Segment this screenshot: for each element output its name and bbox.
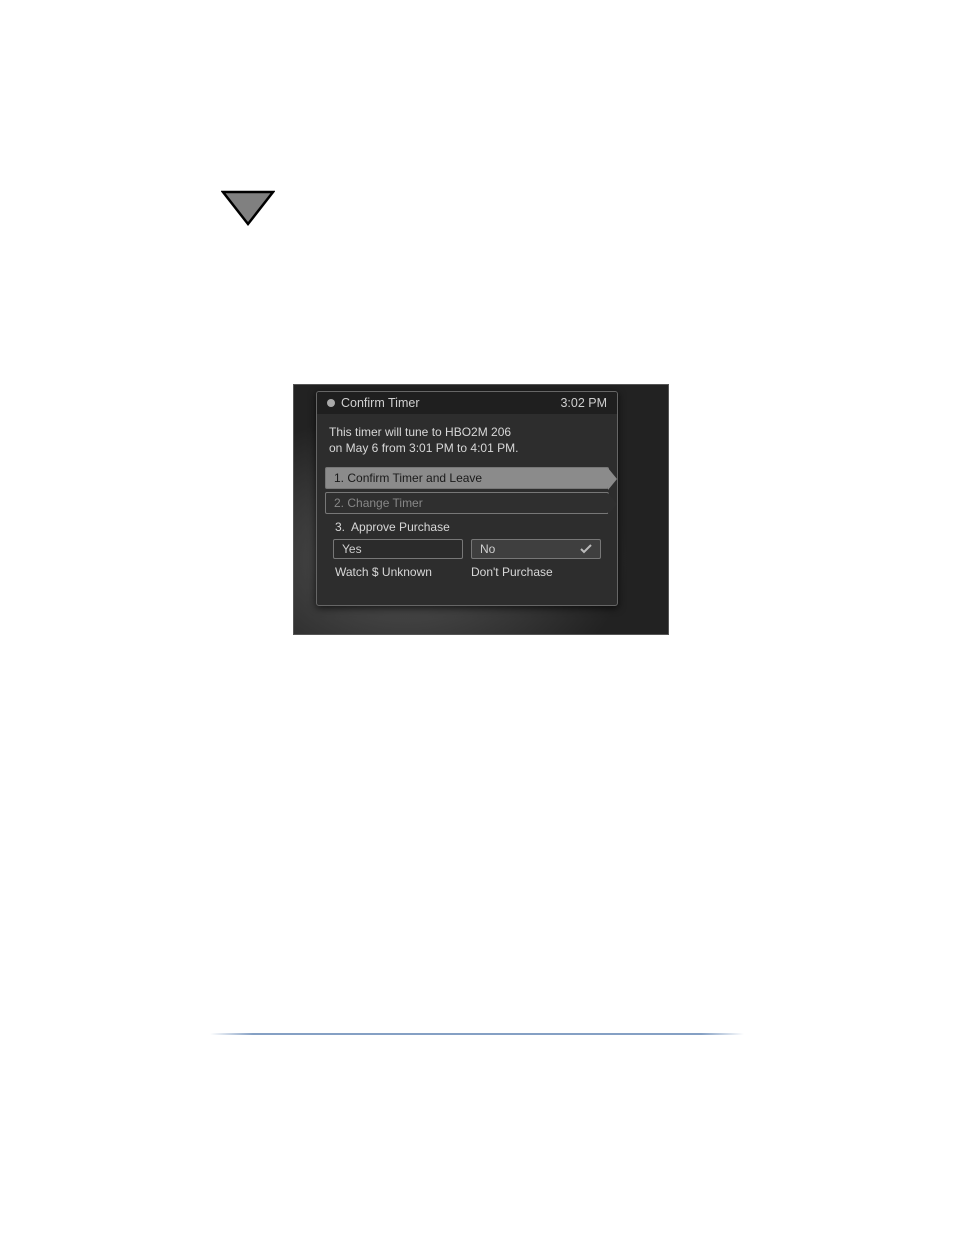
option-number: 3. (335, 520, 345, 534)
option-number: 1. (334, 471, 344, 485)
yes-label: Yes (342, 542, 362, 556)
yes-no-sublabels: Watch $ Unknown Don't Purchase (325, 561, 609, 597)
option-change-timer[interactable]: 2. Change Timer (325, 492, 609, 514)
confirm-timer-screenshot: Confirm Timer 3:02 PM This timer will tu… (293, 384, 669, 635)
option-label: Confirm Timer and Leave (347, 471, 482, 485)
dialog-message-line: This timer will tune to HBO2M 206 (329, 424, 605, 440)
option-approve-purchase: 3. Approve Purchase (325, 517, 609, 537)
yes-button[interactable]: Yes (333, 539, 463, 559)
yes-no-row: Yes No (325, 537, 609, 561)
option-number: 2. (334, 496, 344, 510)
option-confirm-timer-and-leave[interactable]: 1. Confirm Timer and Leave (325, 467, 609, 489)
confirm-timer-dialog: Confirm Timer 3:02 PM This timer will tu… (316, 391, 618, 606)
horizontal-divider (210, 1033, 744, 1035)
dialog-message: This timer will tune to HBO2M 206 on May… (317, 414, 617, 460)
down-triangle-icon (221, 190, 275, 228)
dialog-time: 3:02 PM (560, 396, 607, 410)
yes-sublabel: Watch $ Unknown (335, 565, 463, 579)
dialog-options: 1. Confirm Timer and Leave 2. Change Tim… (317, 460, 617, 605)
no-button[interactable]: No (471, 539, 601, 559)
title-indicator-icon (327, 399, 335, 407)
dialog-message-line: on May 6 from 3:01 PM to 4:01 PM. (329, 440, 605, 456)
no-sublabel: Don't Purchase (471, 565, 599, 579)
check-icon (580, 543, 592, 555)
document-page: Confirm Timer 3:02 PM This timer will tu… (0, 0, 954, 1235)
dialog-title: Confirm Timer (341, 396, 560, 410)
chevron-right-icon (608, 493, 617, 515)
no-label: No (480, 542, 495, 556)
option-label: Approve Purchase (351, 520, 450, 534)
dialog-titlebar: Confirm Timer 3:02 PM (317, 392, 617, 414)
chevron-right-icon (608, 468, 617, 490)
option-label: Change Timer (347, 496, 422, 510)
